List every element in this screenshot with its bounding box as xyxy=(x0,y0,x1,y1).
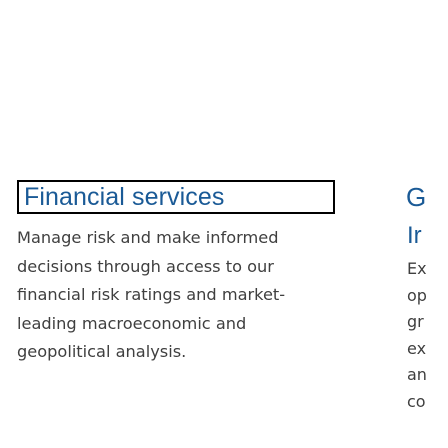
description-line: decisions through access to our xyxy=(17,256,274,276)
description-line: financial risk ratings and market- xyxy=(17,285,286,304)
card-title[interactable]: G xyxy=(406,182,426,213)
description-line: leading macroeconomic and xyxy=(17,313,247,333)
description-line: an xyxy=(407,365,427,384)
description-line: Manage risk and make informed xyxy=(17,228,279,247)
description-line: gr xyxy=(407,312,424,331)
description-line: co xyxy=(407,391,426,411)
card-title[interactable]: Financial services xyxy=(24,183,224,212)
description-line: op xyxy=(407,285,427,305)
description-line: geopolitical analysis. xyxy=(17,342,187,361)
card-title-box[interactable]: G xyxy=(396,180,426,214)
card-title-box[interactable]: Financial services xyxy=(17,180,335,214)
card-subtitle: Ir xyxy=(407,222,422,249)
card-description: Ex op gr ex an co xyxy=(407,256,448,415)
description-line: Ex xyxy=(407,259,427,278)
card-description: Manage risk and make informed decisions … xyxy=(17,224,357,367)
description-line: ex xyxy=(407,338,427,358)
page-viewport: Financial services Manage risk and make … xyxy=(0,0,448,448)
